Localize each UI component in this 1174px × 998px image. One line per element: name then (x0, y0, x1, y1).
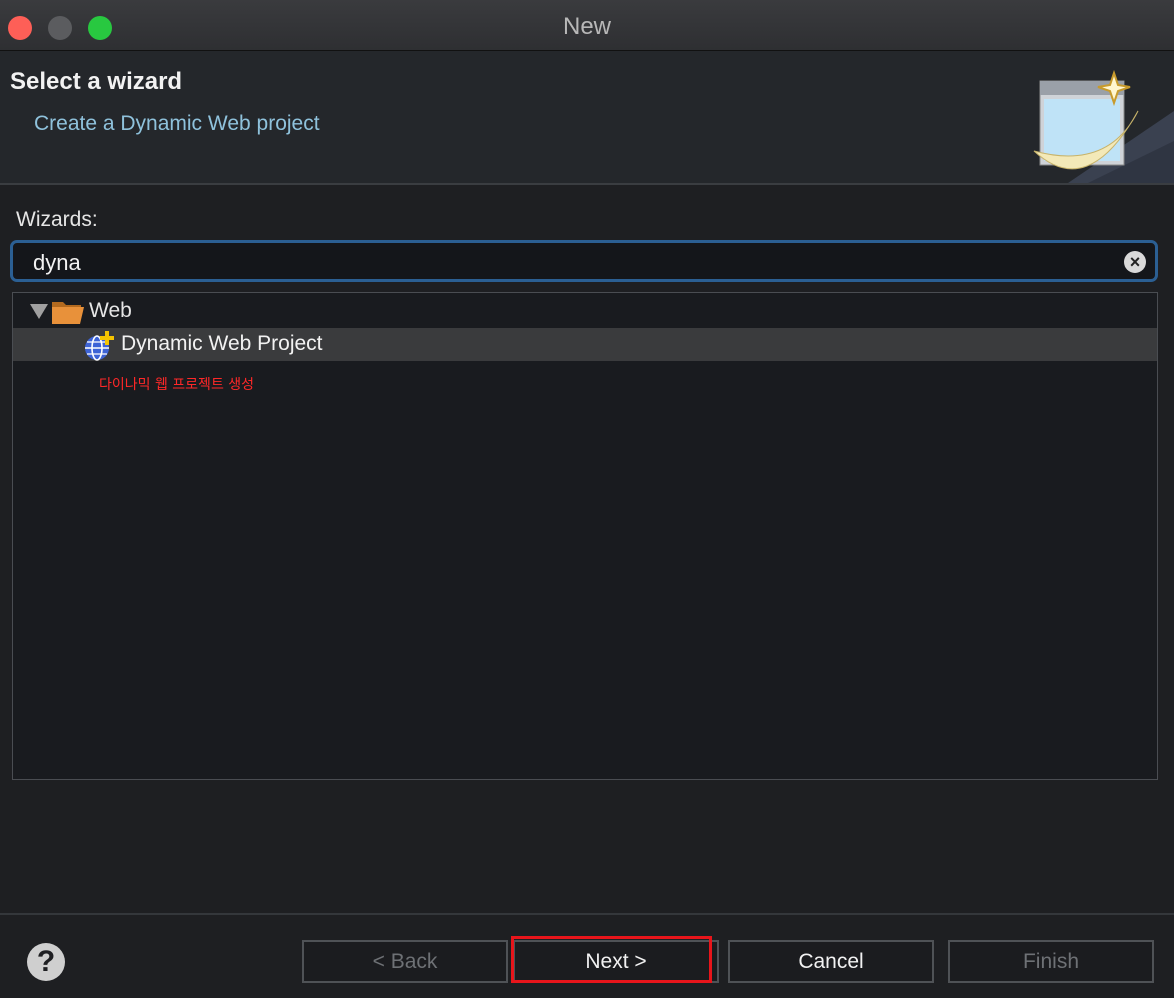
wizard-header: Select a wizard Create a Dynamic Web pro… (0, 51, 1174, 185)
wizard-banner-icon (1033, 69, 1174, 183)
korean-annotation: 다이나믹 웹 프로젝트 생성 (99, 377, 255, 393)
window-title: New (562, 13, 611, 40)
tree-item-label: Dynamic Web Project (121, 332, 323, 355)
next-button[interactable]: Next > (513, 940, 719, 983)
cancel-button[interactable]: Cancel (728, 940, 934, 983)
tree-item-label: Web (89, 299, 132, 322)
globe-plus-icon (85, 331, 114, 361)
title-bar: New (0, 0, 1174, 51)
footer-divider (0, 913, 1174, 915)
expand-triangle-icon[interactable] (30, 304, 48, 319)
folder-open-icon (52, 302, 84, 324)
help-button[interactable]: ? (27, 943, 65, 981)
finish-button[interactable]: Finish (948, 940, 1154, 983)
tree-item-web[interactable]: Web (13, 295, 1157, 328)
clear-icon[interactable]: × (1124, 251, 1146, 273)
wizards-label: Wizards: (16, 208, 98, 231)
page-title: Select a wizard (10, 68, 183, 95)
back-button[interactable]: < Back (302, 940, 508, 983)
tree-item-dynamic-web-project[interactable]: Dynamic Web Project (13, 328, 1157, 361)
wizard-filter-input[interactable] (33, 250, 1113, 276)
wizard-tree[interactable]: Web Dynamic Web Project 다이나믹 웹 프로젝트 생성 (12, 292, 1158, 780)
page-subtitle: Create a Dynamic Web project (34, 112, 320, 135)
wizard-filter-box: × (10, 240, 1158, 282)
